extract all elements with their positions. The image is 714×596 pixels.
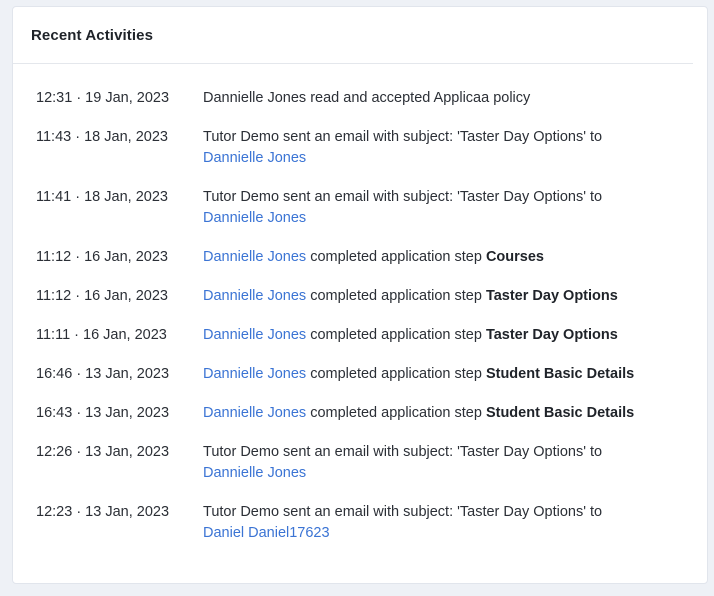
person-link[interactable]: Dannielle Jones	[203, 249, 306, 265]
activity-item: 12:31 · 19 Jan, 2023 Dannielle Jones rea…	[13, 88, 707, 109]
activity-timestamp: 16:46 · 13 Jan, 2023	[36, 366, 170, 382]
person-link[interactable]: Dannielle Jones	[203, 366, 306, 382]
activity-text: completed application step	[306, 249, 486, 265]
activity-timestamp: 12:23 · 13 Jan, 2023	[36, 504, 170, 520]
person-link[interactable]: Dannielle Jones	[203, 465, 306, 481]
person-link[interactable]: Dannielle Jones	[203, 327, 306, 343]
person-link[interactable]: Dannielle Jones	[203, 150, 306, 166]
application-step-name: Courses	[485, 249, 544, 265]
activity-description: Tutor Demo sent an email with subject: '…	[203, 127, 683, 169]
activity-description: Dannielle Jones completed application st…	[203, 286, 683, 307]
activity-timestamp: 11:12 · 16 Jan, 2023	[36, 288, 168, 304]
application-step-name: Taster Day Options	[485, 327, 618, 343]
activity-timestamp: 11:11 · 16 Jan, 2023	[36, 327, 167, 343]
activity-item: 16:46 · 13 Jan, 2023 Dannielle Jones com…	[13, 364, 707, 385]
activity-item: 11:41 · 18 Jan, 2023 Tutor Demo sent an …	[13, 187, 707, 229]
activity-text: Tutor Demo sent an email with subject: '…	[203, 444, 603, 460]
activity-text: Tutor Demo sent an email with subject: '…	[203, 504, 603, 520]
application-step-name: Student Basic Details	[485, 405, 635, 421]
person-link[interactable]: Daniel Daniel17623	[203, 525, 330, 541]
activity-text: Tutor Demo sent an email with subject: '…	[203, 189, 603, 205]
activity-description: Dannielle Jones completed application st…	[203, 403, 683, 424]
activity-timestamp: 12:26 · 13 Jan, 2023	[36, 444, 170, 460]
activity-item: 11:11 · 16 Jan, 2023 Dannielle Jones com…	[13, 325, 707, 346]
activity-timestamp: 11:41 · 18 Jan, 2023	[36, 189, 168, 205]
activity-description: Dannielle Jones completed application st…	[203, 325, 683, 346]
activity-item: 11:12 · 16 Jan, 2023 Dannielle Jones com…	[13, 247, 707, 268]
activity-text: completed application step	[306, 288, 486, 304]
activity-timestamp: 11:43 · 18 Jan, 2023	[36, 129, 168, 145]
activity-description: Dannielle Jones read and accepted Applic…	[203, 88, 683, 109]
activity-text: completed application step	[306, 327, 486, 343]
activity-list: 12:31 · 19 Jan, 2023 Dannielle Jones rea…	[13, 64, 707, 544]
activity-item: 12:23 · 13 Jan, 2023 Tutor Demo sent an …	[13, 502, 707, 544]
activity-item: 12:26 · 13 Jan, 2023 Tutor Demo sent an …	[13, 442, 707, 484]
application-step-name: Taster Day Options	[485, 288, 618, 304]
panel-title: Recent Activities	[31, 26, 154, 44]
person-link[interactable]: Dannielle Jones	[203, 210, 306, 226]
activity-timestamp: 12:31 · 19 Jan, 2023	[36, 90, 170, 106]
activity-text: Dannielle Jones read and accepted Applic…	[203, 90, 531, 106]
activity-timestamp: 16:43 · 13 Jan, 2023	[36, 405, 170, 421]
person-link[interactable]: Dannielle Jones	[203, 288, 306, 304]
application-step-name: Student Basic Details	[485, 366, 635, 382]
activity-text: Tutor Demo sent an email with subject: '…	[203, 129, 603, 145]
activity-text: completed application step	[306, 405, 486, 421]
recent-activities-panel: Recent Activities 12:31 · 19 Jan, 2023 D…	[12, 6, 708, 584]
activity-text: completed application step	[306, 366, 486, 382]
activity-description: Tutor Demo sent an email with subject: '…	[203, 442, 683, 484]
activity-description: Tutor Demo sent an email with subject: '…	[203, 187, 683, 229]
person-link[interactable]: Dannielle Jones	[203, 405, 306, 421]
activity-item: 16:43 · 13 Jan, 2023 Dannielle Jones com…	[13, 403, 707, 424]
activity-item: 11:43 · 18 Jan, 2023 Tutor Demo sent an …	[13, 127, 707, 169]
activity-item: 11:12 · 16 Jan, 2023 Dannielle Jones com…	[13, 286, 707, 307]
activity-description: Tutor Demo sent an email with subject: '…	[203, 502, 683, 544]
panel-header: Recent Activities	[13, 7, 693, 64]
activity-timestamp: 11:12 · 16 Jan, 2023	[36, 249, 168, 265]
activity-description: Dannielle Jones completed application st…	[203, 364, 683, 385]
activity-description: Dannielle Jones completed application st…	[203, 247, 683, 268]
